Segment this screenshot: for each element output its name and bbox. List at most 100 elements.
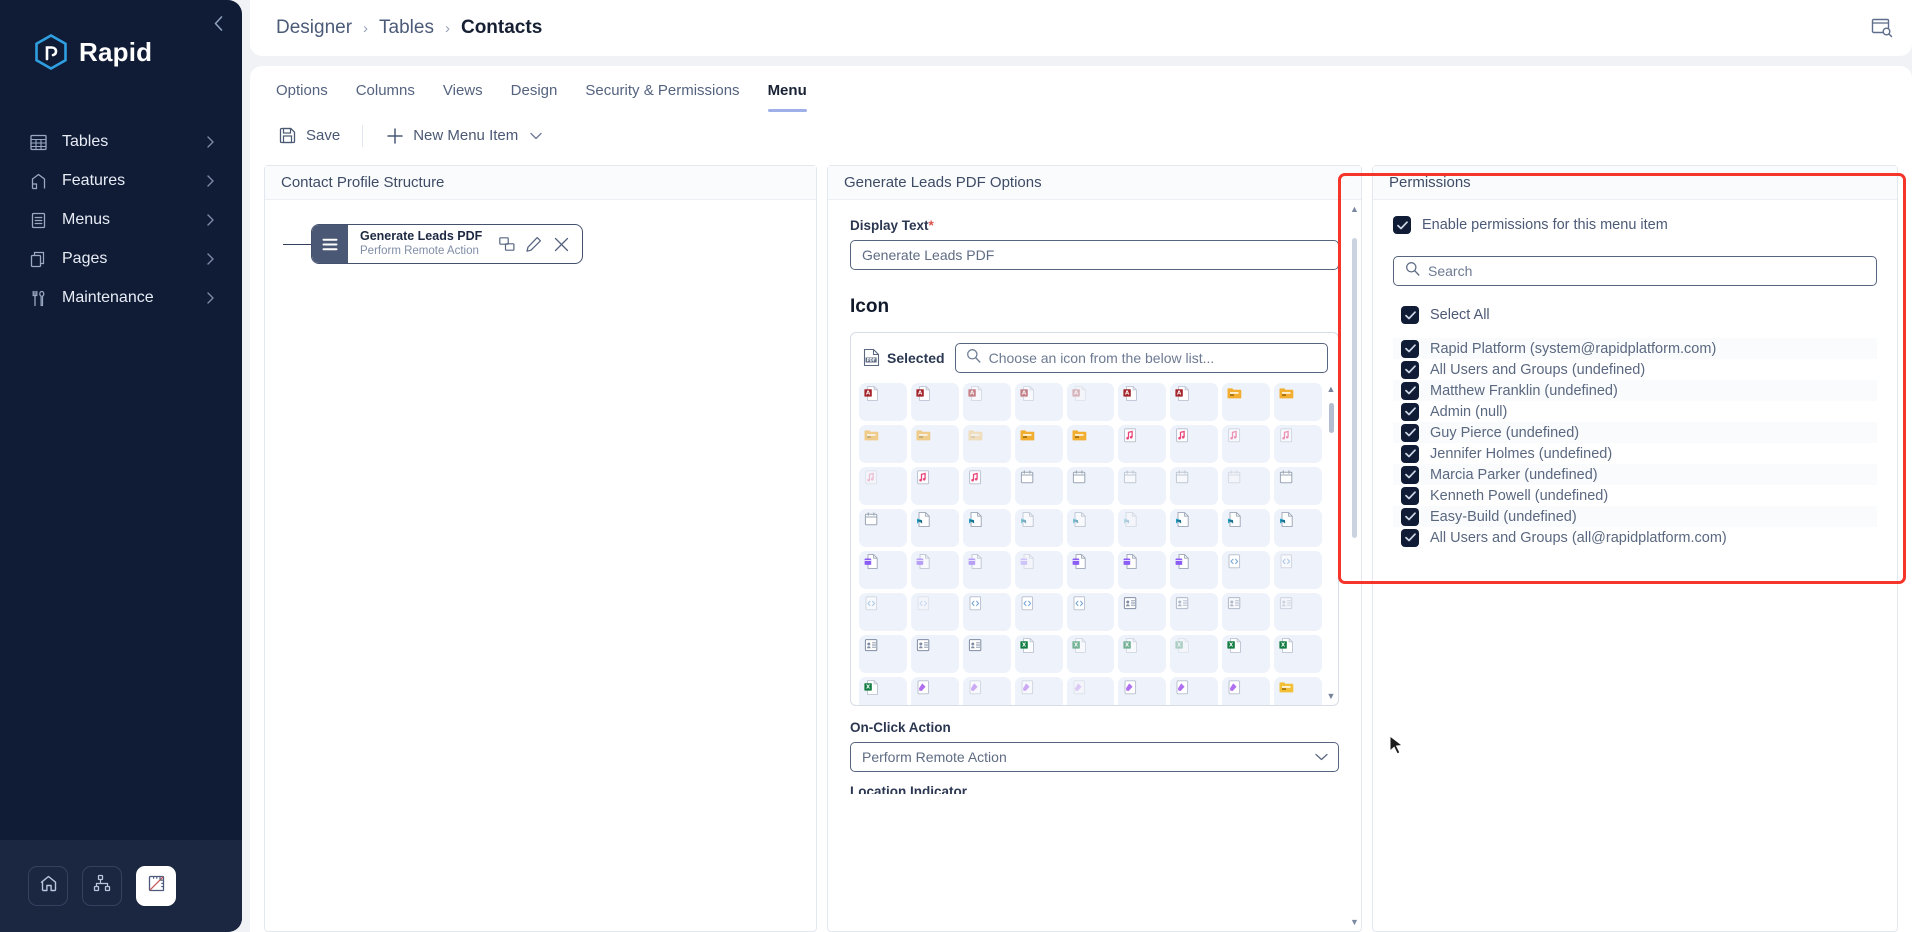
icon-grid-cell[interactable] — [1274, 467, 1322, 505]
icon-grid-cell[interactable] — [1066, 593, 1115, 631]
icon-grid-cell[interactable] — [962, 467, 1011, 505]
icon-grid-cell[interactable] — [1222, 425, 1271, 463]
scroll-thumb[interactable] — [1352, 238, 1357, 538]
icon-grid-cell[interactable]: X — [1118, 635, 1167, 673]
enable-permissions-checkbox[interactable] — [1393, 216, 1411, 234]
icon-grid-cell[interactable]: X — [1066, 635, 1115, 673]
icon-grid-cell[interactable] — [1274, 425, 1322, 463]
breadcrumb-item-contacts[interactable]: Contacts — [461, 17, 542, 39]
tab-options[interactable]: Options — [262, 82, 342, 112]
icon-grid-cell[interactable] — [1170, 425, 1219, 463]
select-all-checkbox[interactable] — [1401, 306, 1419, 324]
permission-row[interactable]: Guy Pierce (undefined) — [1393, 422, 1877, 443]
permission-row[interactable]: All Users and Groups (undefined) — [1393, 359, 1877, 380]
icon-grid-cell[interactable] — [910, 677, 959, 705]
icon-grid-cell[interactable]: X — [859, 677, 907, 705]
icon-grid-cell[interactable]: A — [1014, 383, 1063, 421]
caret-down-icon[interactable]: ▼ — [1327, 692, 1336, 701]
select-all-row[interactable]: Select All — [1393, 306, 1877, 324]
icon-grid-cell[interactable]: A — [962, 383, 1011, 421]
breadcrumb-item-designer[interactable]: Designer — [276, 17, 352, 39]
icon-grid-cell[interactable] — [1274, 677, 1322, 705]
save-button[interactable]: Save — [266, 120, 352, 151]
caret-up-icon[interactable]: ▲ — [1350, 204, 1359, 214]
permission-checkbox[interactable] — [1401, 444, 1419, 463]
scroll-thumb[interactable] — [1328, 403, 1334, 433]
icon-grid-cell[interactable] — [1170, 593, 1219, 631]
icon-grid-cell[interactable]: X — [1170, 635, 1219, 673]
icon-grid-cell[interactable] — [859, 467, 907, 505]
icon-grid-cell[interactable] — [1014, 425, 1063, 463]
icon-grid-cell[interactable] — [1118, 467, 1167, 505]
permission-checkbox[interactable] — [1401, 486, 1419, 505]
tab-menu[interactable]: Menu — [754, 82, 821, 112]
icon-grid-cell[interactable] — [859, 509, 907, 547]
on-click-action-select[interactable] — [850, 742, 1339, 772]
hamburger-grip-icon[interactable] — [312, 225, 348, 263]
icon-grid-cell[interactable] — [962, 593, 1011, 631]
icon-grid-cell[interactable] — [910, 425, 959, 463]
icon-grid-cell[interactable] — [1014, 551, 1063, 589]
designer-button[interactable] — [136, 866, 176, 906]
icon-grid-cell[interactable] — [1170, 467, 1219, 505]
breadcrumb-item-tables[interactable]: Tables — [379, 17, 434, 39]
icon-grid-cell[interactable] — [1118, 551, 1167, 589]
icon-grid-cell[interactable] — [910, 509, 959, 547]
icon-grid-cell[interactable] — [1014, 677, 1063, 705]
sidebar-item-tables[interactable]: Tables — [16, 123, 226, 161]
permission-row[interactable]: All Users and Groups (all@rapidplatform.… — [1393, 527, 1877, 548]
icon-grid-cell[interactable]: X — [1274, 635, 1322, 673]
permission-checkbox[interactable] — [1401, 423, 1419, 442]
icon-grid-cell[interactable] — [1222, 551, 1271, 589]
scroll-track[interactable] — [1328, 397, 1334, 689]
icon-grid-cell[interactable] — [1170, 509, 1219, 547]
permission-row[interactable]: Kenneth Powell (undefined) — [1393, 485, 1877, 506]
duplicate-icon[interactable] — [499, 236, 515, 252]
icon-grid-cell[interactable] — [910, 635, 959, 673]
sidebar-item-features[interactable]: Features — [16, 162, 226, 200]
icon-grid-cell[interactable] — [1170, 551, 1219, 589]
icon-grid-cell[interactable] — [1118, 677, 1167, 705]
delete-close-icon[interactable] — [553, 236, 569, 252]
tab-design[interactable]: Design — [497, 82, 572, 112]
icon-grid-cell[interactable] — [1014, 593, 1063, 631]
icon-grid-cell[interactable]: A — [910, 383, 959, 421]
edit-pencil-icon[interactable] — [526, 236, 542, 252]
icon-grid[interactable]: AAAAAAAXXXXXXX — [851, 381, 1326, 705]
icon-grid-cell[interactable] — [1274, 593, 1322, 631]
icon-grid-cell[interactable] — [1222, 383, 1271, 421]
icon-grid-cell[interactable] — [1014, 509, 1063, 547]
permission-checkbox[interactable] — [1401, 507, 1419, 526]
permission-row[interactable]: Matthew Franklin (undefined) — [1393, 380, 1877, 401]
icon-grid-cell[interactable] — [1118, 509, 1167, 547]
icon-grid-cell[interactable] — [859, 635, 907, 673]
icon-grid-cell[interactable] — [859, 551, 907, 589]
icon-grid-cell[interactable] — [1066, 467, 1115, 505]
permission-row[interactable]: Rapid Platform (system@rapidplatform.com… — [1393, 338, 1877, 359]
icon-grid-cell[interactable]: A — [859, 383, 907, 421]
permission-checkbox[interactable] — [1401, 465, 1419, 484]
icon-grid-cell[interactable] — [962, 509, 1011, 547]
permissions-search-input[interactable] — [1393, 256, 1877, 286]
icon-grid-cell[interactable] — [1014, 467, 1063, 505]
icon-grid-cell[interactable] — [1066, 677, 1115, 705]
permission-row[interactable]: Marcia Parker (undefined) — [1393, 464, 1877, 485]
menu-item-card[interactable]: Generate Leads PDF Perform Remote Action — [311, 224, 583, 264]
icon-grid-cell[interactable] — [1222, 593, 1271, 631]
icon-grid-cell[interactable] — [1066, 509, 1115, 547]
icon-grid-cell[interactable] — [1066, 551, 1115, 589]
sidebar-item-menus[interactable]: Menus — [16, 201, 226, 239]
permission-row[interactable]: Jennifer Holmes (undefined) — [1393, 443, 1877, 464]
permission-row[interactable]: Easy-Build (undefined) — [1393, 506, 1877, 527]
icon-grid-cell[interactable] — [1118, 425, 1167, 463]
icon-grid-cell[interactable] — [1170, 677, 1219, 705]
icon-grid-cell[interactable] — [1222, 677, 1271, 705]
icon-grid-cell[interactable]: X — [1222, 635, 1271, 673]
tab-views[interactable]: Views — [429, 82, 497, 112]
icon-grid-cell[interactable]: A — [1118, 383, 1167, 421]
permission-checkbox[interactable] — [1401, 360, 1419, 379]
permission-row[interactable]: Admin (null) — [1393, 401, 1877, 422]
icon-grid-cell[interactable] — [859, 425, 907, 463]
icon-grid-cell[interactable] — [962, 677, 1011, 705]
tab-security-permissions[interactable]: Security & Permissions — [571, 82, 753, 112]
